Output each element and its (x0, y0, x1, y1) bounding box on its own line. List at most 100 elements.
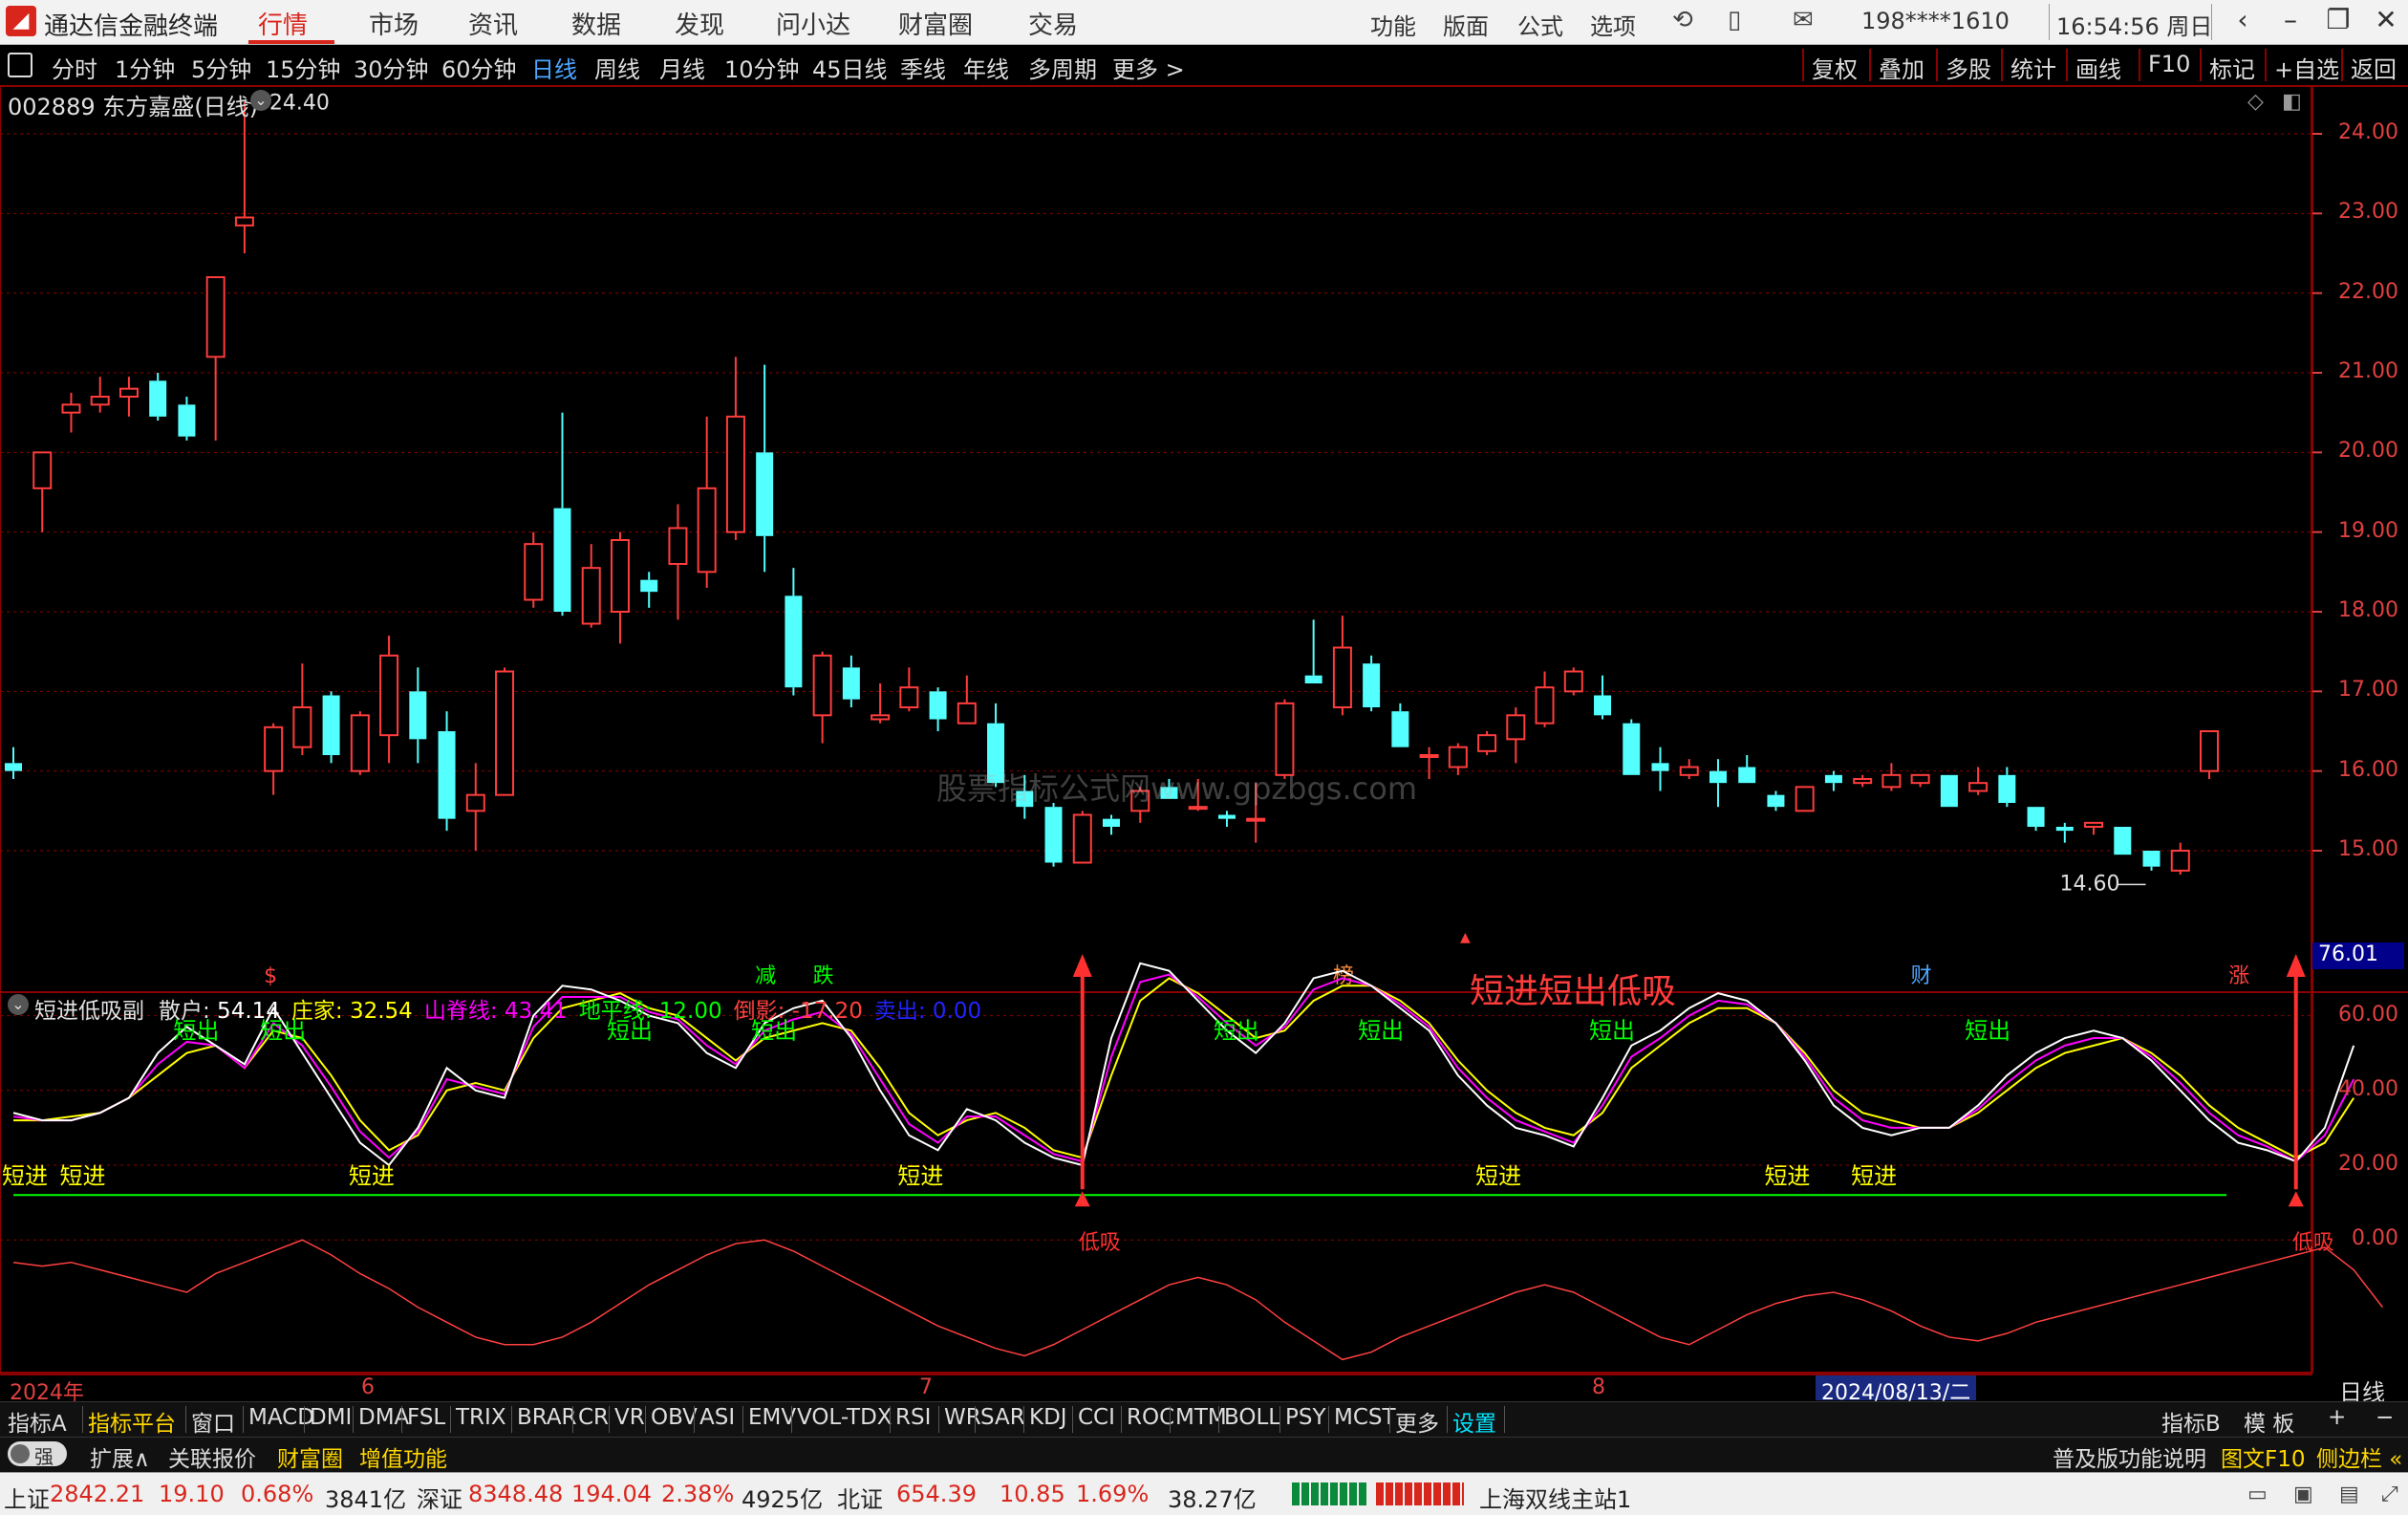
candle[interactable] (581, 544, 601, 628)
indicator-tab-4[interactable]: DMI (310, 1405, 352, 1430)
candle[interactable] (438, 711, 456, 832)
candle[interactable] (929, 687, 947, 731)
candle[interactable] (149, 373, 167, 421)
candle[interactable] (178, 397, 196, 441)
indicator-tab-18[interactable]: KDJ (1029, 1405, 1067, 1430)
menu-item-1[interactable]: 市场 (369, 6, 419, 41)
candle[interactable] (350, 711, 370, 775)
candle[interactable] (1072, 811, 1092, 864)
candle[interactable] (1881, 763, 1902, 791)
candle[interactable] (90, 377, 110, 413)
ext-related-quote[interactable]: 关联报价 (168, 1440, 256, 1473)
indicator-tab-23[interactable]: PSY (1285, 1405, 1326, 1430)
candle[interactable] (610, 531, 630, 644)
period-10[interactable]: 45日线 (812, 51, 888, 84)
back-icon[interactable]: ‹ (2221, 4, 2265, 35)
candle[interactable] (32, 451, 53, 532)
top-item-options[interactable]: 选项 (1590, 8, 1636, 41)
candle[interactable] (495, 667, 515, 796)
event-mark[interactable]: 跌 (813, 964, 834, 988)
window-icon[interactable]: ▭ (2247, 1483, 2268, 1506)
period-6[interactable]: 日线 (531, 51, 577, 84)
candle[interactable] (697, 416, 717, 588)
candle[interactable] (322, 691, 340, 764)
candle[interactable] (785, 568, 803, 696)
candle[interactable] (1679, 759, 1699, 779)
tool-6[interactable]: 标记 (2209, 51, 2255, 84)
menu-item-3[interactable]: 数据 (571, 6, 621, 41)
diamond-icon[interactable]: ◇ (2247, 90, 2264, 114)
candle[interactable] (379, 636, 399, 764)
candle[interactable] (1709, 759, 1727, 808)
expand-icon[interactable]: ⤢ (2381, 1483, 2398, 1506)
indicator-tab-right-3[interactable]: − (2376, 1405, 2394, 1430)
period-1[interactable]: 1分钟 (115, 51, 175, 84)
ext-edition-note[interactable]: 普及版功能说明 (2053, 1440, 2206, 1473)
refresh-icon[interactable]: ⟲ (1672, 6, 1693, 34)
candle[interactable] (1998, 767, 2016, 808)
ext-f10[interactable]: 图文F10 (2221, 1440, 2306, 1473)
candle[interactable] (1563, 667, 1583, 696)
chevron-down-icon[interactable]: ⌄ (250, 90, 271, 111)
period-9[interactable]: 10分钟 (724, 51, 800, 84)
candle[interactable] (2200, 730, 2219, 779)
period-indicator[interactable]: 日线 (2316, 1374, 2408, 1406)
ext-wealth-circle[interactable]: 财富圈 (277, 1440, 343, 1473)
candle[interactable] (899, 667, 919, 712)
candle[interactable] (2027, 807, 2045, 832)
tool-1[interactable]: 叠加 (1879, 51, 1924, 84)
candle[interactable] (1738, 755, 1756, 784)
kline-chart[interactable]: 24.4014.60$ 减跌榜财涨▲短进 短进 短进 短进 短进 短进 短进短出 短出 短出 短出短… (0, 86, 2408, 1401)
candle[interactable] (1448, 743, 1468, 775)
tool-8[interactable]: 返回 (2351, 51, 2397, 84)
tool-7[interactable]: +自选 (2274, 51, 2339, 84)
panel-toggle-icon[interactable] (8, 53, 32, 77)
candle[interactable] (1332, 616, 1352, 716)
period-2[interactable]: 5分钟 (191, 51, 251, 84)
indicator-tab-11[interactable]: OBV (651, 1405, 698, 1430)
candle[interactable] (234, 101, 254, 253)
candle[interactable] (292, 663, 312, 755)
candle[interactable] (871, 683, 891, 724)
bz-name[interactable]: 北证 (837, 1481, 883, 1514)
tool-4[interactable]: 画线 (2075, 51, 2121, 84)
candle[interactable] (1044, 803, 1063, 867)
sh-name[interactable]: 上证 (4, 1481, 50, 1514)
candle[interactable] (1853, 774, 1873, 788)
indicator-tab-2[interactable]: 窗口 (191, 1405, 235, 1438)
indicator-tab-10[interactable]: VR (614, 1405, 645, 1430)
candle[interactable] (465, 763, 485, 851)
tool-3[interactable]: 统计 (2010, 51, 2056, 84)
candle[interactable] (1795, 786, 1815, 812)
indicator-tab-20[interactable]: ROC (1127, 1405, 1174, 1430)
candle[interactable] (553, 412, 571, 617)
indicator-tab-19[interactable]: CCI (1078, 1405, 1115, 1430)
message-icon[interactable]: ▤ (2339, 1483, 2359, 1506)
menu-item-6[interactable]: 财富圈 (898, 6, 973, 41)
phone-icon[interactable]: ▯ (1728, 6, 1741, 34)
close-icon[interactable]: ✕ (2364, 4, 2408, 35)
event-mark[interactable]: $ (264, 964, 277, 988)
indicator-tab-12[interactable]: ASI (699, 1405, 735, 1430)
indicator-tab-right-1[interactable]: 模 板 (2244, 1405, 2294, 1438)
candle[interactable] (668, 504, 688, 620)
candle[interactable] (1477, 731, 1497, 755)
candle[interactable] (1910, 773, 1930, 788)
candle[interactable] (1103, 814, 1120, 835)
candle[interactable] (2055, 822, 2074, 843)
event-mark[interactable]: 财 (1911, 964, 1932, 988)
candle[interactable] (725, 357, 745, 540)
period-3[interactable]: 15分钟 (266, 51, 341, 84)
sidebar-toggle-icon[interactable]: ◧ (2282, 90, 2302, 114)
indicator-tab-15[interactable]: RSI (895, 1405, 931, 1430)
candle[interactable] (409, 667, 427, 764)
candle[interactable] (205, 276, 226, 441)
candle[interactable] (1767, 790, 1785, 812)
candle[interactable] (2114, 827, 2132, 855)
candle[interactable] (118, 377, 139, 417)
ext-expand[interactable]: 扩展∧ (90, 1440, 150, 1473)
indicator-tab-0[interactable]: 指标A (8, 1405, 67, 1438)
indicator-tab-26[interactable]: 设置 (1452, 1405, 1496, 1438)
menu-item-5[interactable]: 问小达 (776, 6, 850, 41)
menu-item-7[interactable]: 交易 (1028, 6, 1078, 41)
